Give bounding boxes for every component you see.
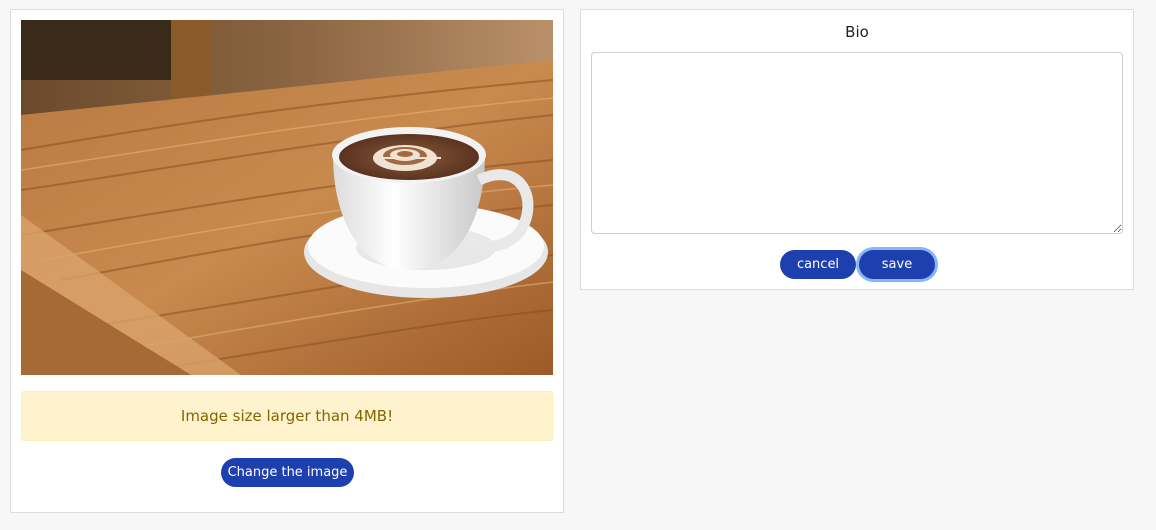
uploaded-photo <box>21 20 553 375</box>
change-image-button[interactable]: Change the image <box>221 458 354 487</box>
bio-title: Bio <box>845 23 869 41</box>
file-size-alert: Image size larger than 4MB! <box>21 391 553 441</box>
bio-card: Bio cancel save <box>580 9 1134 290</box>
image-upload-card: Image size larger than 4MB! Change the i… <box>10 9 564 513</box>
cancel-button[interactable]: cancel <box>780 250 856 279</box>
alert-message: Image size larger than 4MB! <box>180 407 394 425</box>
save-button[interactable]: save <box>859 250 935 279</box>
bio-textarea[interactable] <box>591 52 1123 234</box>
